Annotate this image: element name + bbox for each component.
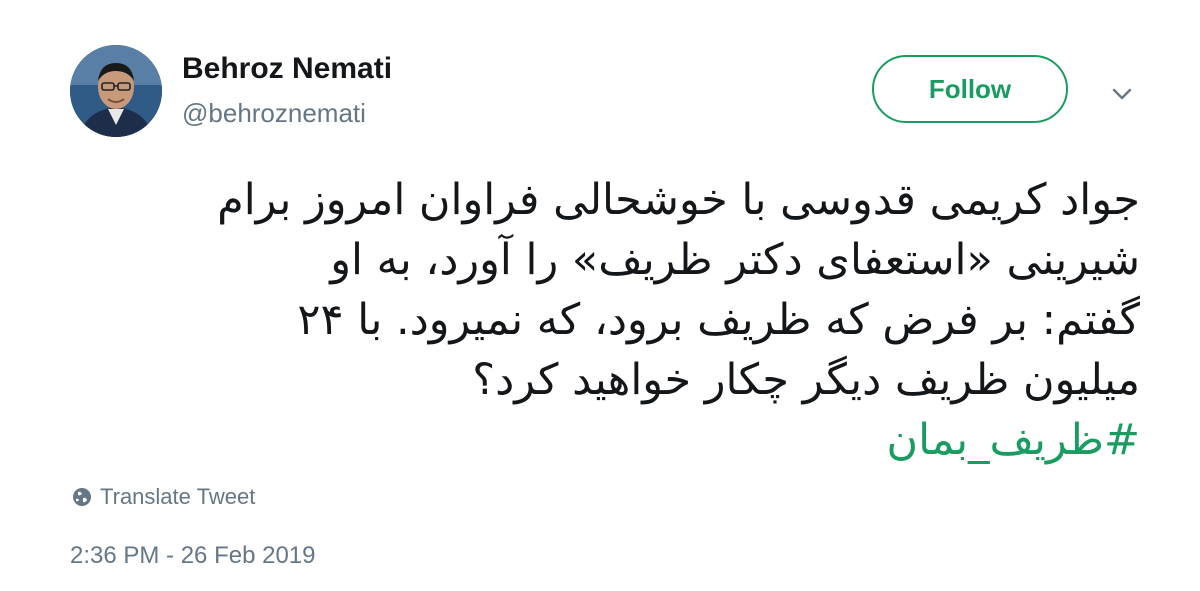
translate-label: Translate Tweet [100, 484, 256, 509]
tweet-text-line: میلیون ظریف دیگر چکار خواهید کرد؟ [472, 355, 1140, 405]
tweet-text-line: شیرینی «استعفای دکتر ظریف» را آورد، به ا… [330, 235, 1140, 285]
author-avatar[interactable] [70, 45, 162, 137]
tweet-text-line: جواد کریمی قدوسی با خوشحالی فراوان امروز… [217, 175, 1140, 225]
translate-tweet-link[interactable]: Translate Tweet [72, 484, 255, 510]
tweet-card: Behroz Nemati @behroznemati Follow جواد … [0, 0, 1200, 591]
author-handle[interactable]: @behroznemati [182, 98, 366, 129]
globe-icon [73, 488, 91, 506]
follow-button[interactable]: Follow [872, 55, 1068, 123]
avatar-image [70, 45, 162, 137]
chevron-down-icon[interactable] [1110, 84, 1134, 104]
tweet-text: جواد کریمی قدوسی با خوشحالی فراوان امروز… [62, 170, 1140, 470]
tweet-timestamp[interactable]: 2:36 PM - 26 Feb 2019 [70, 542, 315, 570]
tweet-text-line: گفتم: بر فرض که ظریف برود، که نمیرود. با… [297, 295, 1140, 345]
hashtag-link[interactable]: #ظریف_بمان [62, 410, 1140, 470]
author-name[interactable]: Behroz Nemati [182, 52, 392, 86]
